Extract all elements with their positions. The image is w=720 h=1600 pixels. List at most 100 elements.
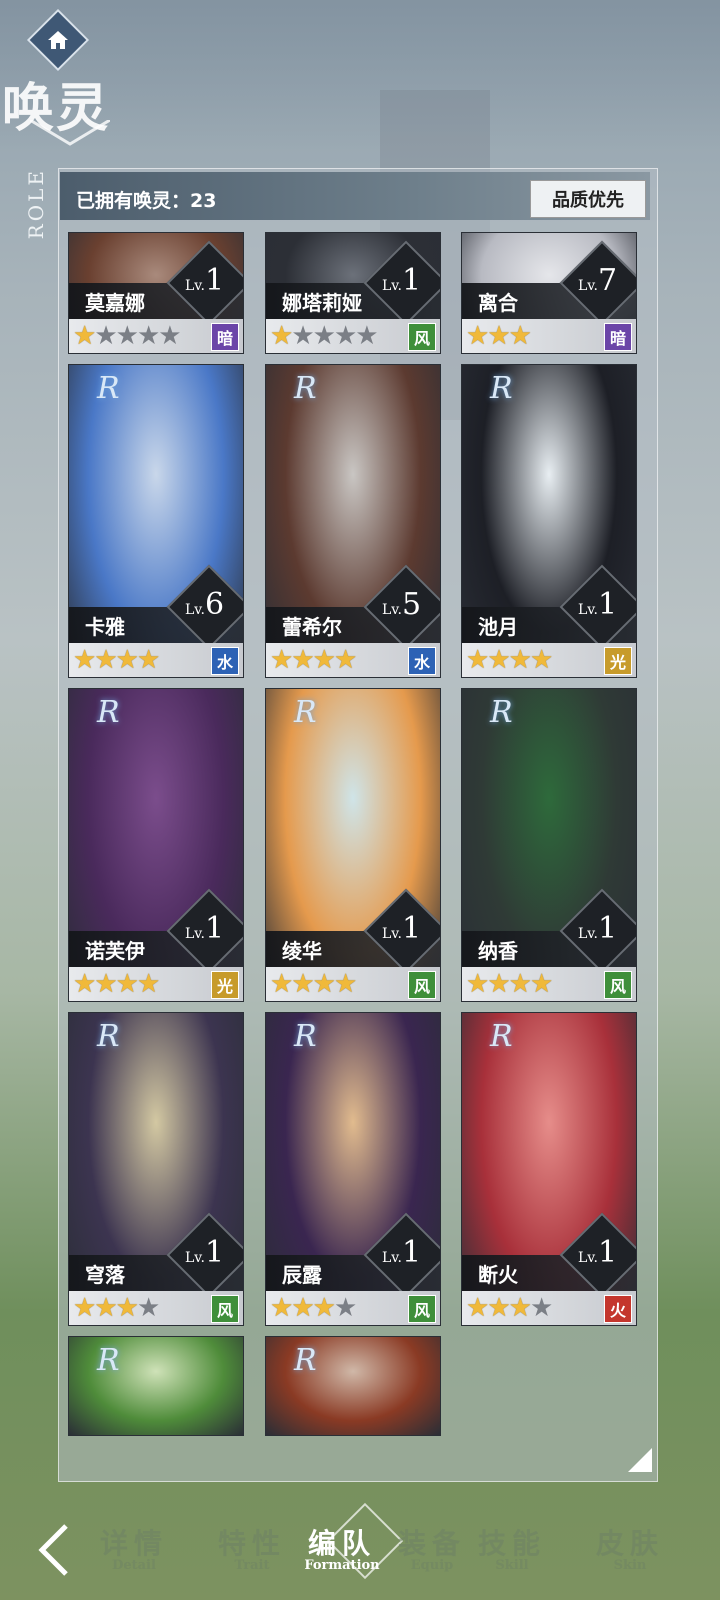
- element-badge: 水: [408, 647, 436, 675]
- sort-quality-button[interactable]: 品质优先: [530, 180, 646, 218]
- star-bar: ★★★★ 水: [69, 643, 243, 677]
- tab-sublabel: Formation: [304, 1558, 380, 1573]
- home-icon: [48, 31, 68, 49]
- star-icon: ★: [158, 321, 181, 351]
- star-icon: ★: [312, 969, 336, 999]
- star-bar: ★★★★ 水: [266, 643, 440, 677]
- level-text: Lv.1: [382, 911, 422, 946]
- star-icon: ★: [508, 321, 532, 351]
- character-card[interactable]: 娜塔莉娅 Lv.1 ★★★★★ 风: [265, 232, 441, 354]
- star-icon: ★: [487, 969, 510, 999]
- character-card[interactable]: R: [68, 1336, 244, 1436]
- rank-badge: R: [294, 695, 317, 730]
- level-text: Lv.1: [578, 911, 618, 946]
- rank-badge: R: [294, 1019, 317, 1054]
- character-card[interactable]: R 穹落 Lv.1 ★★★★ 风: [68, 1012, 244, 1326]
- level-text: Lv.1: [578, 587, 618, 622]
- star-icon: ★: [270, 321, 293, 351]
- star-icon: ★: [94, 321, 117, 351]
- star-icon: ★: [529, 1293, 553, 1323]
- corner-triangle-icon: [628, 1448, 652, 1472]
- character-card[interactable]: R 蕾希尔 Lv.5 ★★★★ 水: [265, 364, 441, 678]
- star-icon: ★: [508, 645, 532, 675]
- tab-skill[interactable]: 技能 Skill: [462, 1522, 562, 1573]
- star-bar: ★★★★ 火: [462, 1291, 636, 1325]
- star-icon: ★: [94, 1293, 117, 1323]
- star-rating: ★★★: [466, 321, 532, 351]
- character-name: 穹落: [85, 1263, 125, 1287]
- level-text: Lv.1: [382, 1235, 422, 1270]
- character-card[interactable]: 离合 Lv.7 ★★★ 暗: [461, 232, 637, 354]
- level-text: Lv.6: [185, 587, 225, 622]
- star-icon: ★: [94, 645, 117, 675]
- tab-label: 编队: [307, 1527, 376, 1560]
- star-bar: ★★★★ 风: [266, 1291, 440, 1325]
- level-text: Lv.1: [578, 1235, 618, 1270]
- character-card[interactable]: 莫嘉娜 Lv.1 ★★★★★ 暗: [68, 232, 244, 354]
- star-icon: ★: [94, 969, 117, 999]
- character-card[interactable]: R 辰露 Lv.1 ★★★★ 风: [265, 1012, 441, 1326]
- owned-count: 已拥有唤灵：23: [76, 190, 217, 212]
- character-name: 断火: [478, 1263, 518, 1287]
- tab-label: 技能: [477, 1527, 546, 1560]
- character-card[interactable]: R 纳香 Lv.1 ★★★★ 风: [461, 688, 637, 1002]
- character-card[interactable]: R 断火 Lv.1 ★★★★ 火: [461, 1012, 637, 1326]
- level-text: Lv.7: [578, 263, 618, 298]
- level-text: Lv.1: [185, 263, 225, 298]
- element-badge: 光: [211, 971, 239, 999]
- character-name: 卡雅: [85, 615, 125, 639]
- star-bar: ★★★★★ 暗: [69, 319, 243, 353]
- rank-badge: R: [97, 1343, 120, 1378]
- star-icon: ★: [312, 645, 336, 675]
- star-rating: ★★★★: [466, 969, 553, 999]
- star-icon: ★: [291, 969, 314, 999]
- character-card[interactable]: R 诺芙伊 Lv.1 ★★★★ 光: [68, 688, 244, 1002]
- tab-detail[interactable]: 详情 Detail: [84, 1522, 184, 1573]
- rank-badge: R: [294, 1343, 317, 1378]
- element-badge: 暗: [604, 323, 632, 351]
- star-icon: ★: [487, 645, 510, 675]
- star-icon: ★: [333, 645, 357, 675]
- character-name: 娜塔莉娅: [282, 291, 362, 315]
- element-badge: 火: [604, 1295, 632, 1323]
- star-icon: ★: [508, 969, 532, 999]
- character-card[interactable]: R: [265, 1336, 441, 1436]
- character-name: 莫嘉娜: [85, 291, 145, 315]
- level-text: Lv.1: [382, 263, 422, 298]
- star-icon: ★: [508, 1293, 532, 1323]
- element-badge: 风: [211, 1295, 239, 1323]
- star-bar: ★★★ 暗: [462, 319, 636, 353]
- rank-badge: R: [490, 371, 513, 406]
- star-icon: ★: [136, 321, 160, 351]
- character-card[interactable]: R 卡雅 Lv.6 ★★★★ 水: [68, 364, 244, 678]
- rank-badge: R: [97, 1019, 120, 1054]
- star-icon: ★: [466, 321, 489, 351]
- star-rating: ★★★★: [270, 645, 357, 675]
- star-icon: ★: [73, 645, 96, 675]
- character-name: 蕾希尔: [282, 615, 342, 639]
- element-badge: 风: [604, 971, 632, 999]
- star-icon: ★: [73, 1293, 96, 1323]
- back-arrow-icon[interactable]: [34, 1522, 74, 1578]
- tab-trait[interactable]: 特性 Trait: [202, 1522, 302, 1573]
- star-rating: ★★★★: [73, 1293, 160, 1323]
- tab-label: 详情: [99, 1527, 168, 1560]
- tab-skin[interactable]: 皮肤 Skin: [580, 1522, 680, 1573]
- star-icon: ★: [115, 1293, 139, 1323]
- tab-formation[interactable]: 编队 Formation: [292, 1522, 392, 1573]
- character-card[interactable]: R 池月 Lv.1 ★★★★ 光: [461, 364, 637, 678]
- star-icon: ★: [136, 1293, 160, 1323]
- star-icon: ★: [333, 1293, 357, 1323]
- role-label: ROLE: [24, 168, 48, 240]
- rank-badge: R: [97, 371, 120, 406]
- star-icon: ★: [136, 645, 160, 675]
- element-badge: 暗: [211, 323, 239, 351]
- star-bar: ★★★★ 光: [462, 643, 636, 677]
- character-name: 离合: [478, 291, 518, 315]
- character-name: 绫华: [282, 939, 322, 963]
- star-icon: ★: [291, 1293, 314, 1323]
- character-name: 池月: [478, 615, 518, 639]
- star-icon: ★: [529, 969, 553, 999]
- star-icon: ★: [333, 969, 357, 999]
- character-card[interactable]: R 绫华 Lv.1 ★★★★ 风: [265, 688, 441, 1002]
